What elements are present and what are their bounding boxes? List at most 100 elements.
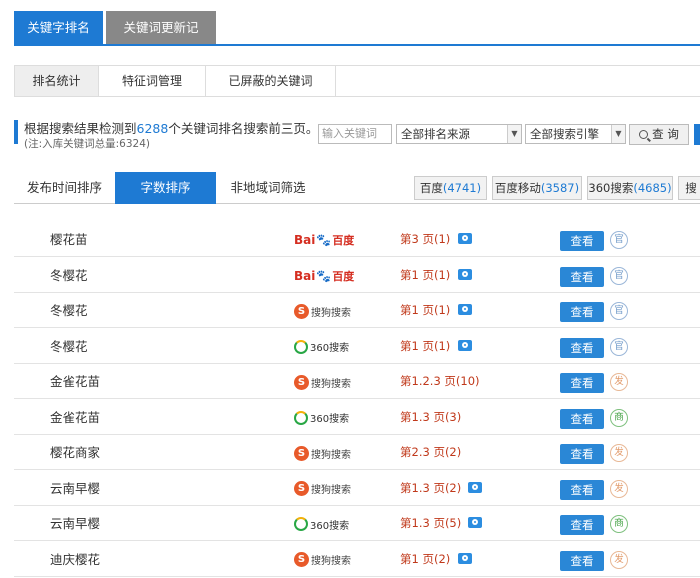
- keyword-text: 金雀花苗: [50, 409, 101, 425]
- table-row: 冬樱花 S 搜狗搜索 第1 页(1) 查看官: [14, 293, 700, 328]
- so360-logo-text: 360搜索: [310, 520, 350, 532]
- engine-filter-baidu[interactable]: 百度(4741): [414, 176, 487, 200]
- view-button[interactable]: 查看: [560, 337, 604, 358]
- rank-link[interactable]: 第1.3 页(2): [400, 471, 461, 506]
- keyword-text: 金雀花苗: [50, 374, 101, 389]
- search-engine-value: 全部搜索引擎: [530, 127, 599, 141]
- keyword-text: 冬樱花: [50, 267, 88, 283]
- query-button[interactable]: 查 询: [629, 124, 689, 145]
- source-badge: 官: [610, 266, 628, 285]
- query-label: 查 询: [652, 127, 679, 141]
- source-badge: 官: [610, 302, 628, 320]
- tab-keyword-update-log[interactable]: 关键词更新记录: [106, 11, 216, 68]
- rank-link[interactable]: 第2.3 页(2): [400, 435, 461, 470]
- view-button[interactable]: 查看: [560, 408, 604, 429]
- engine-filter-360[interactable]: 360搜索(4685): [587, 176, 673, 200]
- rank-link[interactable]: 第1 页(2): [400, 542, 450, 577]
- source-badge: 发: [610, 479, 628, 498]
- rank-link[interactable]: 第1.3 页(3): [400, 400, 461, 435]
- filter-non-regional[interactable]: 非地域词筛选: [216, 172, 320, 204]
- engine-filter-baidu-mobile[interactable]: 百度移动(3587): [492, 176, 582, 200]
- view-button[interactable]: 查看: [560, 231, 604, 251]
- detected-count: 6288: [136, 121, 169, 136]
- so360-logo: 360搜索: [294, 514, 349, 534]
- sogou-logo: S 搜狗搜索: [294, 479, 351, 499]
- subtab-feature-words[interactable]: 特征词管理: [99, 66, 206, 96]
- sub-tab-bar: 排名统计 特征词管理 已屏蔽的关键词: [14, 65, 700, 97]
- view-button[interactable]: 查看: [560, 444, 604, 464]
- sogou-logo-text: 搜狗搜索: [311, 449, 351, 461]
- sogou-logo: S 搜狗搜索: [294, 443, 351, 463]
- sort-by-publish-time[interactable]: 发布时间排序: [14, 172, 115, 204]
- tab-underline: [14, 44, 700, 46]
- table-row: 金雀花苗 360搜索 第1.3 页(3) 查看商: [14, 400, 700, 435]
- paw-icon: 🐾: [316, 268, 332, 283]
- view-button[interactable]: 查看: [560, 515, 604, 535]
- search-engine-select[interactable]: 全部搜索引擎 ▼: [525, 124, 626, 144]
- so360-logo-text: 360搜索: [310, 414, 350, 425]
- camera-icon[interactable]: [458, 339, 472, 351]
- so360-logo: 360搜索: [294, 337, 349, 357]
- engine-name: 百度移动: [494, 181, 541, 195]
- sogou-icon: S: [294, 552, 309, 567]
- baidu-logo-text: Bai: [294, 268, 316, 283]
- baidu-logo-text: 百度: [332, 234, 355, 247]
- camera-icon[interactable]: [458, 552, 472, 564]
- sogou-icon: S: [294, 303, 309, 319]
- so360-icon: [294, 517, 308, 531]
- view-button[interactable]: 查看: [560, 373, 604, 393]
- table-row: 金雀花苗 S 搜狗搜索 第1.2.3 页(10) 查看发: [14, 364, 700, 399]
- view-button[interactable]: 查看: [560, 266, 604, 287]
- source-badge: 商: [610, 515, 628, 533]
- search-icon: [639, 130, 649, 139]
- table-row: 云南早樱 S 搜狗搜索 第1.3 页(2) 查看发: [14, 471, 700, 506]
- engine-count: (4741): [442, 181, 482, 195]
- camera-icon[interactable]: [468, 517, 482, 528]
- view-button[interactable]: 查看: [560, 550, 604, 571]
- so360-logo-text: 360搜索: [310, 343, 350, 354]
- so360-icon: [294, 339, 308, 354]
- camera-icon[interactable]: [458, 233, 472, 244]
- keyword-search-input[interactable]: 输入关键词: [318, 124, 392, 144]
- table-row: 冬樱花 Bai 🐾 百度 第1 页(1) 查看官: [14, 258, 700, 293]
- baidu-logo: Bai 🐾 百度: [294, 230, 354, 250]
- rank-link[interactable]: 第1 页(1): [400, 329, 450, 364]
- rank-link[interactable]: 第1.2.3 页(10): [400, 364, 480, 399]
- engine-filter-sogou[interactable]: 搜: [678, 176, 700, 200]
- rank-link[interactable]: 第1.3 页(5): [400, 506, 461, 541]
- ranking-source-select[interactable]: 全部排名来源 ▼: [396, 124, 522, 144]
- keyword-text: 樱花商家: [50, 445, 101, 460]
- camera-icon[interactable]: [458, 304, 472, 315]
- source-badge: 发: [610, 373, 628, 391]
- so360-icon: [294, 410, 308, 425]
- summary-text: 根据搜索结果检测到6288个关键词排名搜索前三页。: [24, 118, 318, 137]
- rank-link[interactable]: 第3 页(1): [400, 222, 450, 257]
- engine-name: 搜: [685, 181, 697, 195]
- summary-prefix: 根据搜索结果检测到: [24, 121, 137, 136]
- keyword-text: 云南早樱: [50, 480, 101, 496]
- so360-logo: 360搜索: [294, 408, 349, 428]
- subtab-blocked-keywords[interactable]: 已屏蔽的关键词: [206, 66, 336, 96]
- source-badge: 发: [610, 444, 628, 462]
- sogou-logo: S 搜狗搜索: [294, 372, 351, 392]
- camera-icon[interactable]: [468, 481, 482, 493]
- keyword-text: 樱花苗: [50, 232, 88, 247]
- keyword-text: 云南早樱: [50, 516, 101, 531]
- tab-keyword-ranking[interactable]: 关键字排名: [14, 11, 103, 44]
- rank-link[interactable]: 第1 页(1): [400, 293, 450, 328]
- ranking-source-value: 全部排名来源: [401, 127, 470, 141]
- baidu-logo: Bai 🐾 百度: [294, 266, 354, 286]
- camera-icon[interactable]: [458, 268, 472, 280]
- top-tab-bar: 关键字排名 关键词更新记录: [0, 0, 700, 68]
- table-row: 云南早樱 360搜索 第1.3 页(5) 查看商: [14, 506, 700, 541]
- subtab-ranking-stats[interactable]: 排名统计: [15, 66, 99, 96]
- rank-link[interactable]: 第1 页(1): [400, 258, 450, 293]
- summary-suffix: 个关键词排名搜索前三页。: [168, 121, 319, 136]
- info-accent-bar: [14, 120, 18, 144]
- sort-by-word-count[interactable]: 字数排序: [115, 172, 216, 204]
- chevron-down-icon: ▼: [507, 125, 521, 143]
- view-button[interactable]: 查看: [560, 479, 604, 500]
- view-button[interactable]: 查看: [560, 302, 604, 322]
- sogou-icon: S: [294, 481, 309, 496]
- extra-button-edge[interactable]: [694, 124, 700, 145]
